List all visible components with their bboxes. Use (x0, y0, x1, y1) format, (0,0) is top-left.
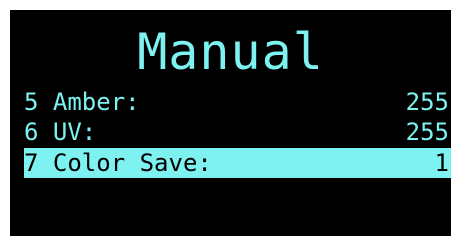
display-screen: Manual 5 Amber: 255 6 UV: 255 7 Color Sa… (10, 10, 451, 236)
menu-item-value: 255 (405, 118, 449, 146)
menu-item-uv[interactable]: 6 UV: 255 (24, 117, 451, 147)
menu-title: Manual (137, 23, 324, 81)
menu-item-label: 5 Amber: (24, 88, 140, 116)
menu-item-label: 6 UV: (24, 118, 97, 146)
menu-item-value: 1 (434, 149, 449, 177)
menu-item-color-save-selected[interactable]: 7 Color Save: 1 (24, 148, 451, 178)
menu-item-label: 7 Color Save: (24, 149, 212, 177)
menu-item-value: 255 (405, 88, 449, 116)
menu-item-amber[interactable]: 5 Amber: 255 (24, 87, 451, 117)
